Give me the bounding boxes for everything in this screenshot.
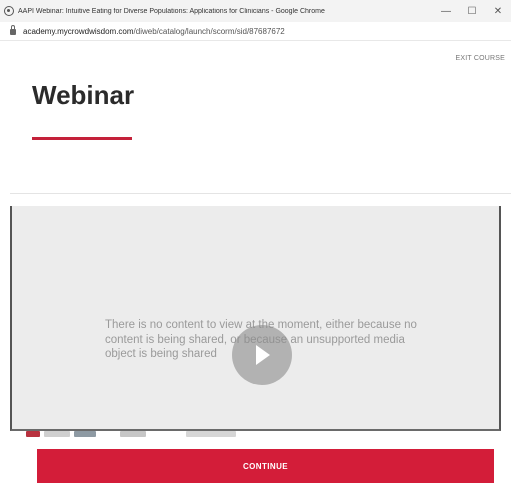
address-bar[interactable]: academy.mycrowdwisdom.com/diweb/catalog/… [0,22,511,41]
page-title: Webinar [32,80,135,110]
url-text[interactable]: academy.mycrowdwisdom.com/diweb/catalog/… [23,27,285,36]
title-accent-bar [32,137,132,140]
url-path: /diweb/catalog/launch/scorm/sid/87687672 [133,26,285,36]
thumbnail-fragment [26,431,40,437]
video-player[interactable]: There is no content to view at the momen… [10,206,501,431]
thumbnail-fragment [44,431,70,437]
thumbnail-fragment [186,431,236,437]
window-title: AAPI Webinar: Intuitive Eating for Diver… [18,7,325,15]
play-icon[interactable] [232,325,292,385]
url-domain: academy.mycrowdwisdom.com [23,26,134,36]
exit-course-link[interactable]: EXIT COURSE [455,55,505,62]
lock-icon [10,25,16,35]
thumbnail-fragment [74,431,96,437]
chrome-icon [4,6,14,16]
thumbnail-fragment [120,431,146,437]
close-button[interactable]: ✕ [485,0,511,22]
thumbnail-strip [26,431,326,437]
continue-button[interactable]: CONTINUE [37,449,494,483]
window-titlebar: AAPI Webinar: Intuitive Eating for Diver… [0,0,511,23]
header-divider [10,193,511,194]
minimize-button[interactable]: — [433,0,459,22]
maximize-button[interactable]: ☐ [459,0,485,22]
